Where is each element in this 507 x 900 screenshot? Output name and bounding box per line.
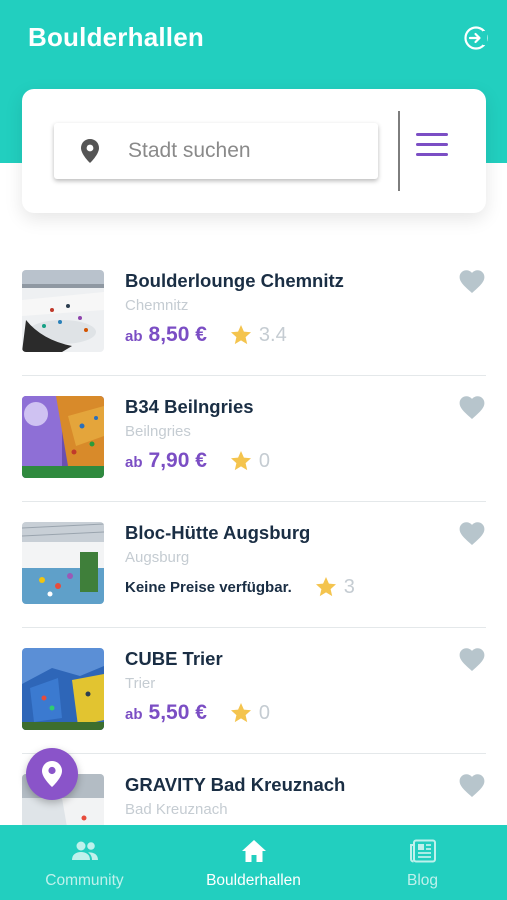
price-value: 7,90 €	[148, 449, 207, 472]
rating-value: 3.4	[258, 323, 287, 346]
rating-value: 0	[258, 449, 271, 472]
heart-icon	[459, 522, 485, 545]
gym-thumbnail	[22, 522, 104, 604]
search-card	[22, 89, 486, 213]
nav-tab-boulderhallen[interactable]: Boulderhallen	[169, 825, 338, 900]
location-pin-icon	[80, 138, 100, 164]
gym-city: Bad Kreuznach	[125, 801, 228, 818]
favorite-button[interactable]	[459, 648, 485, 672]
page-title: Boulderhallen	[28, 22, 204, 52]
nav-label: Community	[45, 872, 124, 889]
gym-list-item[interactable]: Boulderlounge Chemnitz Chemnitz ab 8,50 …	[22, 250, 486, 376]
gym-list-item[interactable]: Bloc-Hütte Augsburg Augsburg Keine Preis…	[22, 502, 486, 628]
gym-name: B34 Beilngries	[125, 396, 254, 417]
price-row: Keine Preise verfügbar. 3	[125, 572, 355, 602]
price-prefix: ab	[125, 454, 143, 471]
price-prefix: ab	[125, 328, 143, 345]
rating-value: 0	[258, 701, 271, 724]
newspaper-icon	[409, 837, 437, 865]
search-divider	[398, 111, 400, 191]
heart-icon	[459, 774, 485, 797]
home-icon	[241, 837, 267, 865]
gym-thumbnail	[22, 648, 104, 730]
gym-list-item[interactable]: CUBE Trier Trier ab 5,50 € 0	[22, 628, 486, 754]
nav-tab-community[interactable]: Community	[0, 825, 169, 900]
nav-tab-blog[interactable]: Blog	[338, 825, 507, 900]
nav-label: Boulderhallen	[206, 872, 301, 889]
price-row: ab 5,50 € 0	[125, 698, 270, 728]
star-icon	[230, 703, 251, 723]
bottom-navigation: Community Boulderhallen Blog	[0, 825, 507, 900]
nav-label: Blog	[406, 872, 439, 889]
price-row: ab 8,50 € 3.4	[125, 320, 287, 350]
heart-icon	[459, 270, 485, 293]
favorite-button[interactable]	[459, 396, 485, 420]
gym-city: Augsburg	[125, 549, 190, 566]
login-icon	[464, 26, 488, 50]
gym-name: CUBE Trier	[125, 648, 223, 669]
map-pin-icon	[42, 761, 62, 787]
map-view-button[interactable]	[26, 748, 78, 800]
star-icon	[315, 577, 336, 597]
gym-name: Boulderlounge Chemnitz	[125, 270, 344, 291]
gym-city: Trier	[125, 675, 156, 692]
price-prefix: ab	[125, 706, 143, 723]
gym-city: Beilngries	[125, 423, 191, 440]
heart-icon	[459, 396, 485, 419]
favorite-button[interactable]	[459, 774, 485, 798]
gym-name: Bloc-Hütte Augsburg	[125, 522, 311, 543]
gym-thumbnail	[22, 396, 104, 478]
community-icon	[70, 837, 100, 865]
heart-icon	[459, 648, 485, 671]
search-input[interactable]	[128, 139, 368, 163]
no-price-text: Keine Preise verfügbar.	[125, 578, 292, 596]
gym-list-item[interactable]: B34 Beilngries Beilngries ab 7,90 € 0	[22, 376, 486, 502]
rating-value: 3	[343, 575, 355, 598]
city-search-field[interactable]	[54, 123, 378, 179]
login-button[interactable]	[460, 22, 492, 54]
favorite-button[interactable]	[459, 522, 485, 546]
price-row: ab 7,90 € 0	[125, 446, 270, 476]
gym-city: Chemnitz	[125, 297, 189, 314]
star-icon	[230, 325, 251, 345]
gym-name: GRAVITY Bad Kreuznach	[125, 774, 346, 795]
hamburger-menu-icon	[416, 133, 448, 156]
price-value: 5,50 €	[148, 701, 207, 724]
favorite-button[interactable]	[459, 270, 485, 294]
star-icon	[230, 451, 251, 471]
filter-menu-button[interactable]	[416, 133, 448, 159]
price-value: 8,50 €	[148, 323, 207, 346]
gym-thumbnail	[22, 270, 104, 352]
